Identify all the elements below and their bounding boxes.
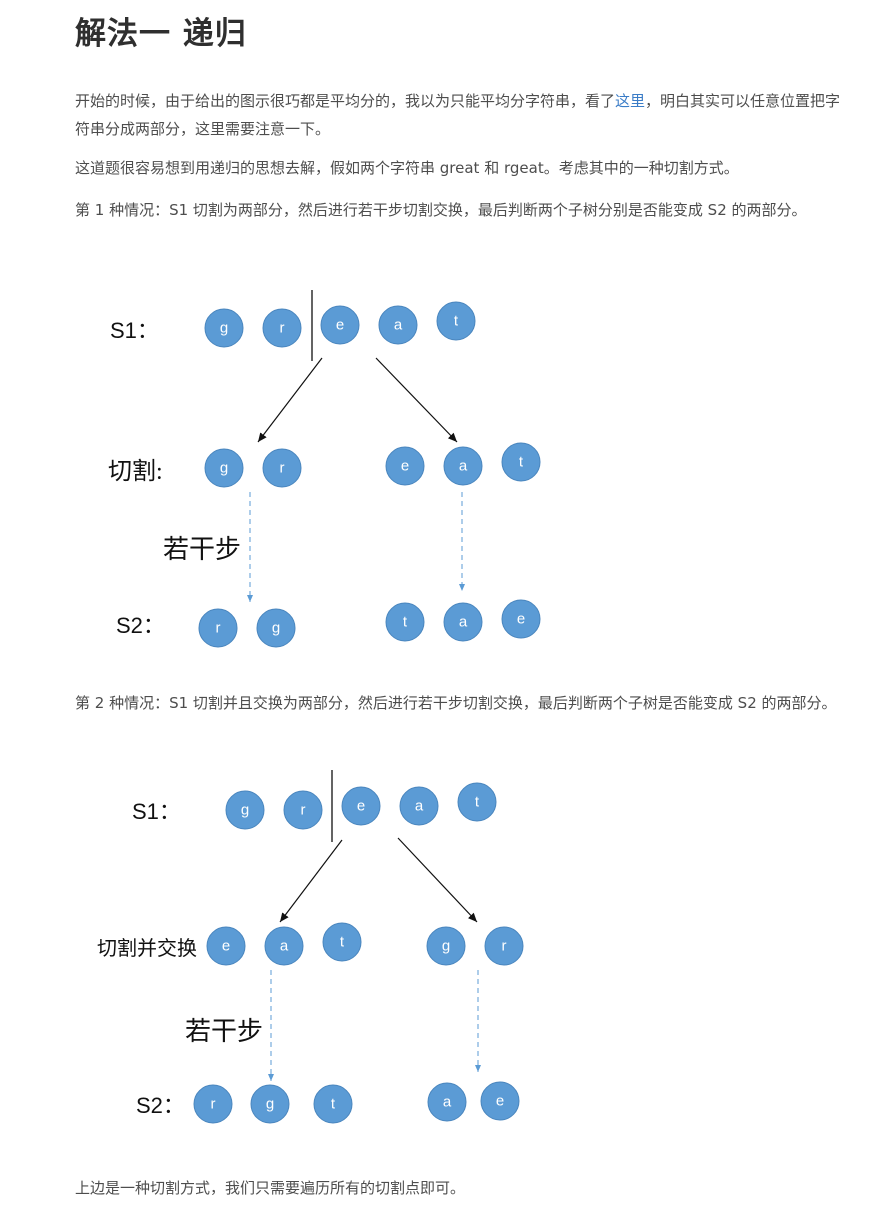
- svg-text:r: r: [280, 460, 285, 477]
- svg-text:g: g: [266, 1096, 274, 1113]
- svg-text:e: e: [222, 938, 230, 955]
- svg-text:a: a: [459, 458, 468, 475]
- svg-text:g: g: [220, 460, 228, 477]
- fig1-cut-left-node: r: [262, 448, 302, 488]
- fig1-cut-right-node: a: [443, 446, 483, 486]
- fig2-left-arrow: [279, 839, 343, 923]
- fig1-cut-right-node: t: [501, 442, 541, 482]
- svg-text:g: g: [442, 938, 450, 955]
- fig2-cut-right-node: r: [484, 926, 524, 966]
- svg-text:e: e: [401, 458, 409, 475]
- fig1-s1-node: g: [204, 308, 244, 348]
- svg-text:a: a: [443, 1094, 452, 1111]
- svg-text:e: e: [496, 1093, 504, 1110]
- here-link[interactable]: 这里: [615, 92, 645, 110]
- figure-case-2: S1： g r e a t 切割并交换 e a t g r 若干步 S2： r …: [97, 770, 524, 1124]
- fig2-cut-left-node: t: [322, 922, 362, 962]
- svg-text:r: r: [211, 1096, 216, 1113]
- fig2-s1-label: S1：: [132, 799, 181, 824]
- intro-text-before: 开始的时候，由于给出的图示很巧都是平均分的，我以为只能平均分字符串，看了: [75, 92, 616, 110]
- fig1-s2-left-node: g: [256, 608, 296, 648]
- fig2-s2-right-node: a: [427, 1082, 467, 1122]
- svg-text:g: g: [241, 802, 249, 819]
- svg-text:r: r: [301, 802, 306, 819]
- case-1-paragraph: 第 1 种情况：S1 切割为两部分，然后进行若干步切割交换，最后判断两个子树分别…: [75, 201, 807, 219]
- fig1-s1-node: t: [436, 301, 476, 341]
- fig1-s2-right-node: t: [385, 602, 425, 642]
- svg-text:a: a: [280, 938, 289, 955]
- fig1-s2-label: S2：: [116, 613, 165, 638]
- fig2-s2-label: S2：: [136, 1093, 185, 1118]
- fig1-s2-right-node: e: [501, 599, 541, 639]
- fig1-s2-left-node: r: [198, 608, 238, 648]
- fig2-s1-node: g: [225, 790, 265, 830]
- conclusion-paragraph: 上边是一种切割方式，我们只需要遍历所有的切割点即可。: [75, 1179, 466, 1197]
- svg-text:a: a: [415, 798, 424, 815]
- svg-text:g: g: [220, 320, 228, 337]
- intro-paragraph: 开始的时候，由于给出的图示很巧都是平均分的，我以为只能平均分字符串，看了这里，明…: [75, 87, 850, 143]
- fig1-cut-left-node: g: [204, 448, 244, 488]
- svg-text:a: a: [459, 614, 468, 631]
- fig2-steps-label: 若干步: [185, 1017, 263, 1046]
- fig1-s2-right-node: a: [443, 602, 483, 642]
- page-title: 解法一 递归: [75, 16, 247, 52]
- fig1-cut-label: 切割:: [108, 458, 163, 485]
- fig2-cut-right-node: g: [426, 926, 466, 966]
- fig1-s1-node: r: [262, 308, 302, 348]
- fig2-cut-left-node: a: [264, 926, 304, 966]
- fig2-right-arrow: [397, 837, 478, 923]
- fig2-s2-left-node: t: [313, 1084, 353, 1124]
- svg-text:r: r: [216, 620, 221, 637]
- svg-text:e: e: [336, 317, 344, 334]
- fig2-s1-node: a: [399, 786, 439, 826]
- fig2-s2-right-node: e: [480, 1081, 520, 1121]
- fig1-s1-node: e: [320, 305, 360, 345]
- fig1-s1-label: S1：: [110, 318, 159, 343]
- fig1-cut-right-node: e: [385, 446, 425, 486]
- fig2-s1-node: t: [457, 782, 497, 822]
- fig1-s1-node: a: [378, 305, 418, 345]
- svg-text:e: e: [357, 798, 365, 815]
- fig2-s2-left-node: r: [193, 1084, 233, 1124]
- fig1-right-arrow: [375, 357, 458, 443]
- fig1-left-arrow: [257, 357, 323, 443]
- figure-case-1: S1： g r e a t 切割: g r e a t 若干步 S2： r g …: [108, 290, 541, 648]
- svg-text:r: r: [502, 938, 507, 955]
- case-2-paragraph: 第 2 种情况：S1 切割并且交换为两部分，然后进行若干步切割交换，最后判断两个…: [75, 694, 837, 712]
- svg-text:r: r: [280, 320, 285, 337]
- svg-text:g: g: [272, 620, 280, 637]
- fig2-s1-node: e: [341, 786, 381, 826]
- article: 解法一 递归 开始的时候，由于给出的图示很巧都是平均分的，我以为只能平均分字符串…: [0, 0, 873, 1208]
- svg-text:a: a: [394, 317, 403, 334]
- fig2-cut-left-node: e: [206, 926, 246, 966]
- recursion-paragraph: 这道题很容易想到用递归的思想去解，假如两个字符串 great 和 rgeat。考…: [75, 159, 739, 177]
- fig2-cut-swap-label: 切割并交换: [97, 937, 197, 960]
- fig1-steps-label: 若干步: [163, 535, 241, 564]
- svg-text:e: e: [517, 611, 525, 628]
- fig2-s2-left-node: g: [250, 1084, 290, 1124]
- fig2-s1-node: r: [283, 790, 323, 830]
